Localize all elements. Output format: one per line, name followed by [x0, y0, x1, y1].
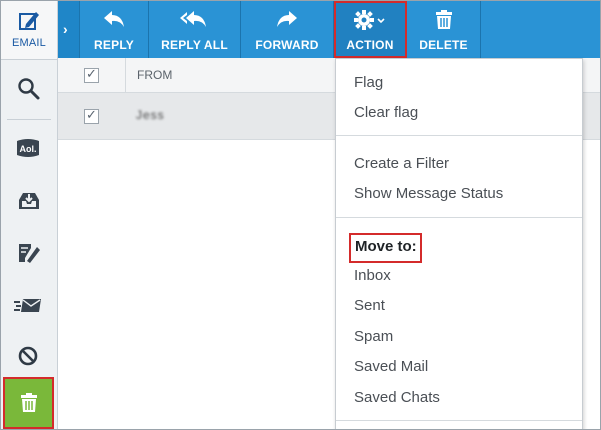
spam-nav-button[interactable] — [1, 331, 57, 383]
svg-text:Aol.: Aol. — [20, 144, 37, 154]
reply-icon — [104, 11, 124, 27]
action-menu: Flag Clear flag Create a Filter Show Mes… — [335, 58, 583, 429]
menu-item-flag[interactable]: Flag — [354, 74, 383, 91]
menu-item-clear-flag[interactable]: Clear flag — [354, 104, 418, 121]
chevron-right-icon: › — [63, 21, 68, 37]
compose-email-icon — [19, 12, 39, 30]
from-column-header[interactable]: FROM — [137, 68, 172, 82]
inbox-nav-button[interactable] — [1, 176, 57, 228]
aol-nav-button[interactable]: Aol. — [1, 123, 57, 175]
reply-all-button[interactable]: REPLY ALL — [149, 1, 241, 58]
inbox-icon — [19, 193, 39, 209]
compose-icon — [19, 244, 40, 263]
gear-icon — [354, 10, 385, 30]
select-all-checkbox[interactable]: ✓ — [84, 66, 99, 83]
menu-item-saved-mail[interactable]: Saved Mail — [354, 358, 428, 375]
checkmark-icon: ✓ — [86, 66, 97, 81]
forward-button[interactable]: FORWARD — [241, 1, 334, 58]
reply-all-icon — [180, 11, 206, 27]
expand-sidebar-button[interactable]: › — [58, 1, 80, 58]
column-divider — [125, 58, 126, 92]
forward-label: FORWARD — [255, 38, 319, 52]
sent-nav-button[interactable] — [1, 281, 57, 333]
search-nav-button[interactable] — [1, 63, 57, 115]
reply-button[interactable]: REPLY — [80, 1, 149, 58]
menu-divider — [336, 420, 582, 421]
delete-label: DELETE — [419, 38, 468, 52]
menu-divider — [336, 135, 582, 136]
delete-button[interactable]: DELETE — [407, 1, 481, 58]
trash-icon — [436, 10, 452, 29]
chevron-down-icon — [377, 18, 385, 24]
search-icon — [18, 78, 40, 100]
forward-icon — [277, 11, 297, 27]
message-checkbox[interactable]: ✓ — [84, 107, 99, 124]
move-to-header: Move to: — [349, 233, 422, 263]
menu-item-spam[interactable]: Spam — [354, 328, 393, 345]
move-to-label: Move to: — [355, 238, 417, 255]
menu-item-saved-chats[interactable]: Saved Chats — [354, 389, 440, 406]
menu-divider — [336, 217, 582, 218]
block-icon — [18, 346, 38, 366]
aol-icon: Aol. — [17, 139, 39, 157]
menu-item-inbox[interactable]: Inbox — [354, 267, 391, 284]
menu-item-create-filter[interactable]: Create a Filter — [354, 155, 449, 172]
toolbar: › REPLY REPLY ALL FORWARD ACTION DELETE — [58, 1, 600, 58]
email-nav-button[interactable]: EMAIL — [1, 1, 57, 60]
sent-icon — [14, 299, 41, 312]
action-label: ACTION — [346, 38, 394, 52]
reply-all-label: REPLY ALL — [161, 38, 228, 52]
compose-nav-button[interactable] — [1, 228, 57, 280]
checkmark-icon: ✓ — [86, 107, 97, 122]
reply-label: REPLY — [94, 38, 134, 52]
rail-divider — [7, 119, 51, 120]
menu-item-sent[interactable]: Sent — [354, 297, 385, 314]
mail-window: EMAIL Aol. › REPLY REPLY ALL FORWARD ACT… — [0, 0, 601, 430]
trash-icon — [21, 393, 37, 412]
action-button[interactable]: ACTION — [334, 1, 407, 58]
message-sender: Jess — [136, 108, 165, 122]
email-nav-label: EMAIL — [11, 37, 46, 49]
trash-nav-button[interactable] — [3, 377, 54, 429]
left-nav: EMAIL Aol. — [1, 1, 58, 429]
menu-item-show-status[interactable]: Show Message Status — [354, 185, 503, 202]
